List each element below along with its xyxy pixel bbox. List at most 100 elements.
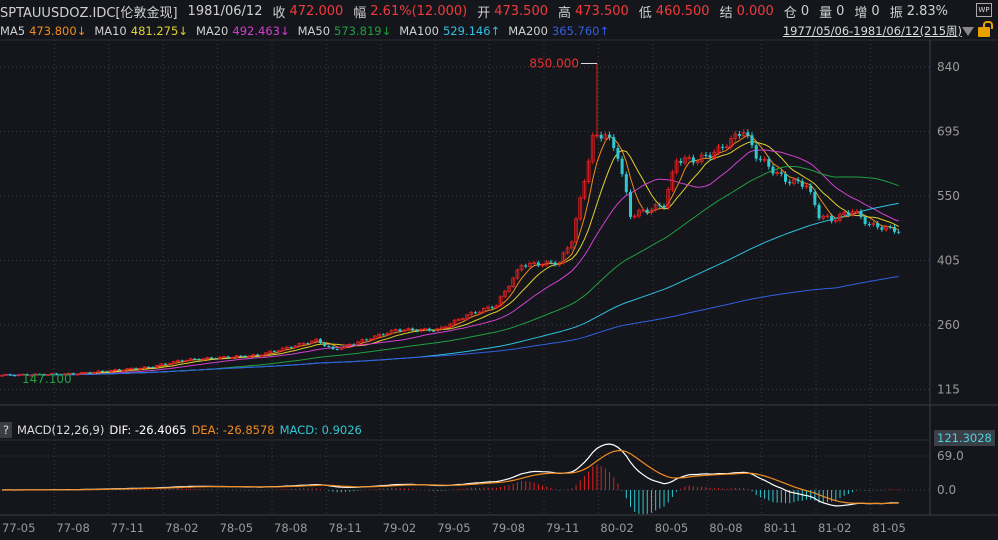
candle-body — [71, 373, 75, 375]
x-tick-label: 78-05 — [220, 521, 253, 535]
candle-body — [859, 211, 863, 217]
ma-value: 492.463↓ — [232, 24, 290, 38]
candle-body — [365, 339, 369, 341]
candle-body — [771, 166, 775, 174]
symbol: SPTAUUSDOZ.IDC[伦敦金现] — [0, 5, 178, 21]
ma-value: 481.275↓ — [130, 24, 188, 38]
high-value: 473.500 — [575, 3, 629, 19]
wp-icon[interactable]: WP — [976, 3, 992, 17]
macd-dea: DEA: -26.8578 — [191, 423, 275, 437]
ma20-line — [1, 149, 899, 376]
candle-body — [758, 158, 762, 160]
ma10-line — [1, 140, 899, 376]
candle-body — [352, 344, 356, 346]
change-value: 2.61%(12.000) — [370, 3, 468, 19]
candle-body — [863, 216, 867, 224]
candle-body — [679, 161, 683, 163]
candle-body — [746, 132, 750, 136]
date-range-selector[interactable]: 1977/05/06-1981/06/12(215周) — [783, 22, 962, 40]
x-tick-label: 78-08 — [274, 521, 307, 535]
candle-body — [272, 351, 276, 353]
candle-body — [411, 328, 415, 331]
x-tick-label: 81-05 — [872, 521, 905, 535]
ma-value: 573.819↓ — [334, 24, 392, 38]
candle-body — [691, 157, 695, 163]
candle-body — [813, 191, 817, 205]
candle-body — [289, 347, 293, 349]
candle-body — [897, 231, 901, 233]
x-tick-label: 79-08 — [492, 521, 525, 535]
candle-body — [331, 346, 335, 350]
candle-body — [754, 145, 758, 159]
x-tick-label: 80-05 — [655, 521, 688, 535]
candle-body — [549, 261, 553, 263]
amp-value: 2.83% — [906, 3, 949, 19]
candle-body — [318, 339, 322, 344]
candle-body — [867, 223, 871, 225]
candle-body — [13, 375, 17, 377]
quote-date: 1981/06/12 — [187, 3, 263, 19]
low-annotation: 147.100 — [22, 372, 72, 386]
candle-body — [708, 155, 712, 158]
quote-header: SPTAUUSDOZ.IDC[伦敦金现] 1981/06/12 收 472.000… — [0, 0, 952, 22]
close-label: 收 — [272, 5, 286, 21]
candle-body — [876, 223, 880, 228]
ma-label: MA10 — [94, 24, 127, 38]
ma50-line — [1, 166, 899, 376]
x-tick-label: 79-02 — [383, 521, 416, 535]
ma-label: MA50 — [297, 24, 331, 38]
candle-body — [616, 148, 620, 159]
x-tick-label: 77-11 — [111, 521, 144, 535]
x-tick-label: 78-11 — [328, 521, 361, 535]
low-label: 低 — [638, 5, 652, 21]
candle-body — [101, 370, 105, 372]
oi-label: 仓 — [783, 5, 797, 21]
ma100-line — [1, 202, 899, 376]
candle-body — [658, 204, 662, 206]
candle-body — [323, 343, 327, 347]
help-icon[interactable]: ? — [0, 422, 12, 438]
candle-body — [645, 209, 649, 213]
candle-body — [88, 372, 92, 374]
kline-chart[interactable]: 840 695 550 405 260 115 77-05 77-08 77-11 78-02 78… — [0, 0, 998, 540]
candle-body — [796, 179, 800, 182]
ma-label: MA100 — [399, 24, 439, 38]
high-annotation: 850.000 — [529, 57, 579, 71]
macd-dif: DIF: -26.4065 — [109, 423, 187, 437]
open-value: 473.500 — [494, 3, 548, 19]
close-value: 472.000 — [289, 3, 344, 19]
y-tick-label: 260 — [937, 318, 960, 332]
candle-body — [892, 227, 896, 232]
y-tick-label: 695 — [937, 124, 960, 138]
x-tick-label: 78-02 — [165, 521, 198, 535]
x-tick-label: 80-02 — [600, 521, 633, 535]
candle-body — [163, 363, 167, 365]
y-tick-label: 840 — [937, 60, 960, 74]
y-tick-label: 405 — [937, 253, 960, 267]
high-label: 高 — [558, 5, 572, 21]
candle-body — [180, 360, 184, 362]
candle-body — [243, 355, 247, 357]
x-tick-label: 77-08 — [56, 521, 89, 535]
candle-body — [737, 133, 741, 136]
candle-body — [788, 181, 792, 184]
y-tick-label: 115 — [937, 382, 960, 396]
amp-label: 振 — [889, 5, 903, 21]
dropdown-triangle-icon[interactable] — [962, 27, 974, 36]
candle-body — [0, 374, 4, 377]
candle-body — [210, 357, 213, 359]
ma-legend: MA5 473.800↓ MA10 481.275↓ MA20 492.463↓ MA50 5… — [0, 22, 617, 40]
candle-body — [629, 191, 632, 217]
ma-value: 473.800↓ — [29, 24, 87, 38]
candle-body — [620, 158, 624, 175]
ma-value: 529.146↑ — [442, 24, 501, 38]
candle-body — [809, 185, 813, 192]
ma5-line — [1, 134, 899, 376]
ma-value: 365.760↑ — [551, 24, 610, 38]
candle-body — [830, 215, 834, 222]
lock-icon[interactable] — [978, 21, 993, 37]
x-tick-label: 79-05 — [437, 521, 470, 535]
candle-body — [197, 358, 201, 360]
candle-body — [239, 355, 243, 357]
candle-body — [784, 173, 788, 182]
